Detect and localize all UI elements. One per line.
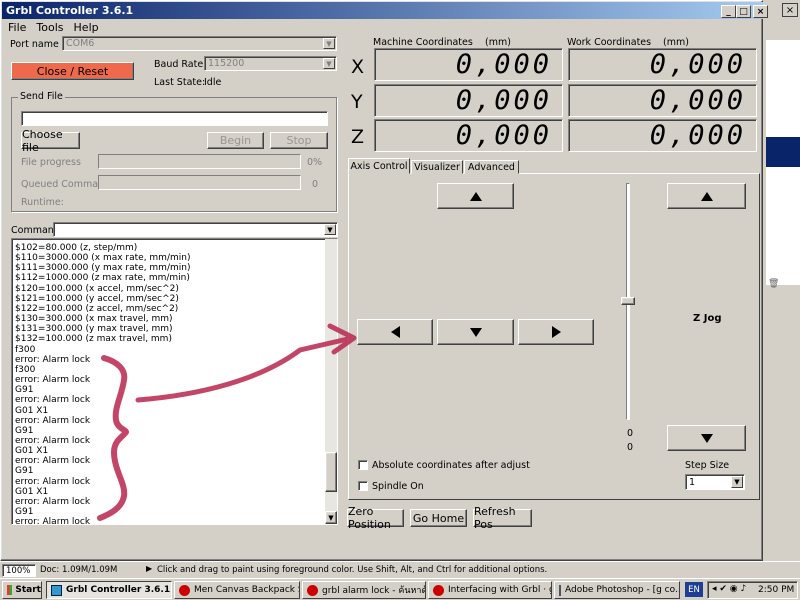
tab-axis-control[interactable]: Axis Control — [348, 158, 410, 174]
windows-icon — [7, 585, 13, 595]
start-button[interactable]: Start — [2, 581, 42, 599]
app-icon — [51, 584, 62, 596]
opera-icon — [307, 584, 318, 596]
task-browser-1[interactable]: Men Canvas Backpack S... — [174, 581, 300, 599]
task-photoshop[interactable]: Adobe Photoshop - [g co... — [554, 581, 680, 599]
photoshop-icon — [559, 584, 561, 596]
play-icon[interactable]: ▶ — [146, 564, 152, 573]
annotation-arrow — [135, 323, 357, 403]
language-indicator[interactable]: EN — [685, 582, 703, 597]
task-browser-2[interactable]: grbl alarm lock - ค้นหาด้ว... — [302, 581, 426, 599]
system-tray: ◂ ✔ ◉ ♪ 2:50 PM — [707, 581, 798, 599]
tray-icons[interactable]: ◂ ✔ ◉ ♪ — [712, 584, 746, 594]
opera-icon — [433, 584, 444, 596]
annotation-overlay — [97, 323, 357, 521]
taskbar: Start Grbl Controller 3.6.1 Men Canvas B… — [0, 578, 800, 600]
annotation-brace — [97, 355, 130, 521]
clock: 2:50 PM — [758, 585, 795, 595]
zoom-field[interactable]: 100% — [2, 564, 36, 577]
doc-size: Doc: 1.09M/1.09M — [40, 565, 118, 575]
opera-icon — [179, 584, 190, 596]
photoshop-status-bar: 100% Doc: 1.09M/1.09M ▶ Click and drag t… — [0, 561, 800, 578]
status-hint: Click and drag to paint using foreground… — [157, 565, 548, 575]
task-grbl[interactable]: Grbl Controller 3.6.1 — [46, 581, 172, 599]
task-browser-3[interactable]: Interfacing with Grbl · gr... — [428, 581, 552, 599]
